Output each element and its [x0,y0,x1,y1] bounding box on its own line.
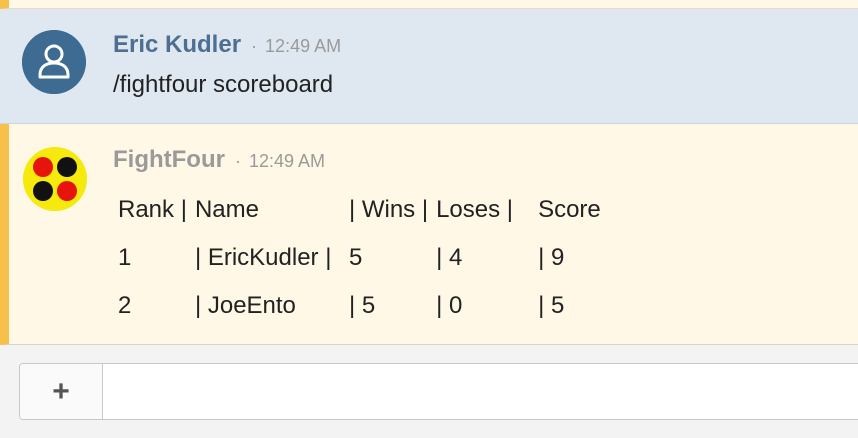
column-header: | Wins | [348,196,429,223]
table-cell: 1 [118,244,132,271]
table-cell: | 9 [538,244,565,271]
header-separator: · [234,151,241,171]
table-cell: 2 [118,292,132,319]
message-input[interactable] [103,364,858,419]
message-fightfour[interactable]: FightFour · 12:49 AM Rank | Name | Wins … [0,124,858,345]
table-cell: | 0 [436,292,463,319]
timestamp[interactable]: 12:49 AM [249,151,325,172]
column-header: Score [538,196,601,223]
table-row: 2 | JoeEnto | 5 | 0 | 5 [114,282,605,330]
previous-message-edge [0,0,858,9]
column-header: Loses | [436,196,514,223]
message-eric[interactable]: Eric Kudler · 12:49 AM /fightfour scoreb… [0,9,858,124]
composer-box: + [19,363,858,420]
chat-window: Eric Kudler · 12:49 AM /fightfour scoreb… [0,0,858,438]
table-cell: | 5 [348,292,376,319]
four-dots-icon [23,147,87,211]
author-name[interactable]: Eric Kudler [113,31,241,59]
message-header: Eric Kudler · 12:49 AM [113,31,341,61]
table-row: 1 | EricKudler | 5 | 4 | 9 [114,234,605,282]
table-cell: | 4 [436,244,463,271]
user-silhouette-icon [22,30,86,94]
plus-icon: + [52,374,70,408]
message-header: FightFour · 12:49 AM [113,146,325,176]
message-text: /fightfour scoreboard [113,71,334,98]
table-header-row: Rank | Name | Wins | Loses | Score [114,186,605,234]
column-header: Rank | [118,196,187,223]
timestamp[interactable]: 12:49 AM [265,36,341,57]
table-cell: 5 [348,244,363,271]
table-cell: | JoeEnto [194,292,296,319]
header-separator: · [251,36,258,56]
column-header: Name [194,196,259,223]
add-attachment-button[interactable]: + [20,364,103,419]
composer: + [0,345,858,438]
author-name[interactable]: FightFour [113,146,225,174]
avatar[interactable] [23,147,87,211]
table-cell: | EricKudler | [194,244,332,271]
table-cell: | 5 [538,292,565,319]
scoreboard-table: Rank | Name | Wins | Loses | Score 1 | E… [114,186,605,330]
avatar[interactable] [22,30,86,94]
